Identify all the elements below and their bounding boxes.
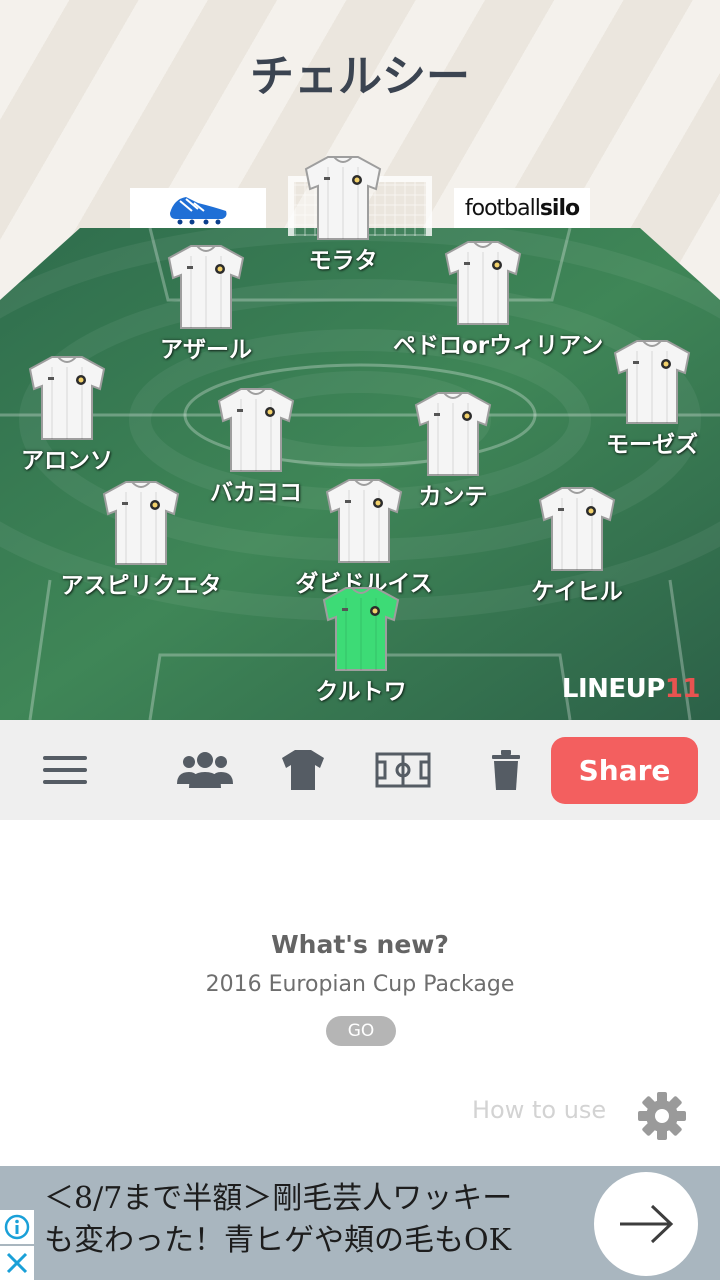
- player-marker[interactable]: アスピリクエタ: [51, 478, 231, 600]
- arrow-right-icon[interactable]: [594, 1172, 698, 1276]
- menu-icon[interactable]: [35, 746, 95, 794]
- formation-icon[interactable]: [373, 746, 433, 794]
- close-icon[interactable]: [0, 1246, 34, 1280]
- player-name: アスピリクエタ: [60, 573, 222, 599]
- ad-text[interactable]: ＜8/7まで半額＞剛毛芸人ワッキー も変わった！青ヒゲや頬の毛もOK: [44, 1178, 584, 1262]
- player-shirt-icon: [51, 478, 231, 568]
- player-name: モーゼズ: [606, 432, 698, 458]
- go-button[interactable]: GO: [326, 1016, 396, 1046]
- player-shirt-icon: [0, 353, 157, 443]
- ad-line-2: も変わった！青ヒゲや頬の毛もOK: [44, 1223, 512, 1258]
- player-name: ケイヒル: [531, 579, 623, 605]
- football-boot-icon: [170, 197, 227, 225]
- player-name: ペドロorウィリアン: [393, 333, 604, 359]
- player-shirt-icon: [487, 484, 667, 574]
- player-marker[interactable]: クルトワ: [271, 584, 451, 706]
- player-marker[interactable]: ケイヒル: [487, 484, 667, 606]
- player-shirt-icon: [116, 242, 296, 332]
- player-shirt-icon: [363, 389, 543, 479]
- gear-icon[interactable]: [636, 1090, 688, 1142]
- sponsor-banner-boot: [130, 188, 266, 228]
- player-shirt-icon: [562, 337, 720, 427]
- player-marker[interactable]: アロンソ: [0, 353, 157, 475]
- player-name: クルトワ: [315, 679, 407, 705]
- ad-info-icon[interactable]: [0, 1210, 34, 1244]
- players-icon[interactable]: [175, 746, 235, 794]
- how-to-use-link[interactable]: How to use: [472, 1096, 606, 1124]
- player-marker[interactable]: モーゼズ: [562, 337, 720, 459]
- player-shirt-icon: [166, 385, 346, 475]
- player-shirt-icon: [271, 584, 451, 674]
- lineup-board: チェルシー footballsilo モラタ アザール ペドロorウィリアン ア…: [0, 0, 720, 720]
- shirt-icon[interactable]: [273, 746, 333, 794]
- player-marker[interactable]: ペドロorウィリアン: [393, 238, 604, 360]
- player-marker[interactable]: アザール: [116, 242, 296, 364]
- share-button[interactable]: Share: [551, 737, 698, 804]
- ad-line-1: ＜8/7まで半額＞剛毛芸人ワッキー: [44, 1181, 513, 1216]
- whats-new-title: What's new?: [271, 930, 449, 959]
- player-shirt-icon: [274, 476, 454, 566]
- sponsor-banner-footballsilo: footballsilo: [454, 188, 590, 228]
- player-shirt-icon: [393, 238, 573, 328]
- player-marker[interactable]: ダビドルイス: [274, 476, 454, 598]
- whats-new-description: 2016 Europian Cup Package: [205, 972, 515, 997]
- trash-icon[interactable]: [476, 746, 536, 794]
- player-name: アロンソ: [21, 448, 113, 474]
- sponsor-text: footballsilo: [464, 195, 580, 221]
- player-shirt-icon: [253, 153, 433, 243]
- lineup11-logo: LINEUP11: [561, 674, 701, 704]
